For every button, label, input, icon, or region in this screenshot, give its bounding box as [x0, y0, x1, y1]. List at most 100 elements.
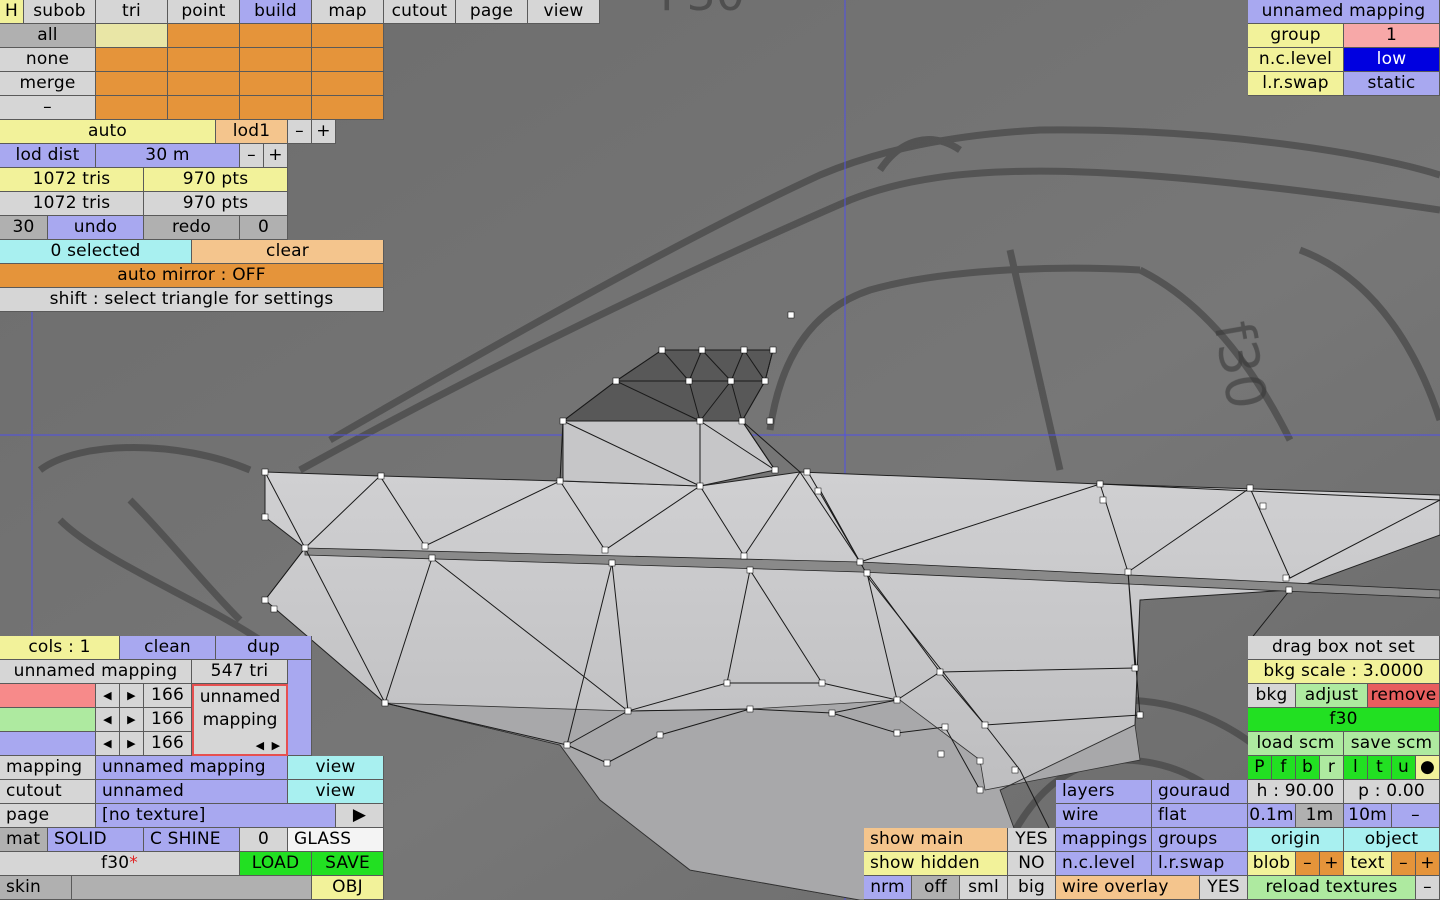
- lod-dist-minus-button[interactable]: –: [240, 144, 264, 168]
- wire-overlay-toggle[interactable]: YES: [1200, 876, 1248, 900]
- view-l-button[interactable]: l: [1344, 756, 1368, 780]
- clean-button[interactable]: clean: [120, 636, 216, 660]
- cols-button[interactable]: cols : 1: [0, 636, 120, 660]
- tab-tri[interactable]: tri: [96, 0, 168, 24]
- view-b-button[interactable]: b: [1296, 756, 1320, 780]
- blue-increase-icon[interactable]: ▶: [120, 732, 144, 756]
- dup-button[interactable]: dup: [216, 636, 312, 660]
- nclevel-value[interactable]: low: [1344, 48, 1440, 72]
- select-swatch[interactable]: [96, 72, 168, 96]
- view-t-button[interactable]: t: [1368, 756, 1392, 780]
- view-r-button[interactable]: r: [1320, 756, 1344, 780]
- green-decrease-icon[interactable]: ◀: [96, 708, 120, 732]
- step-0-1m-button[interactable]: 0.1m: [1248, 804, 1296, 828]
- show-hidden-toggle[interactable]: NO: [1008, 852, 1056, 876]
- mappings-button[interactable]: mappings: [1056, 828, 1152, 852]
- blue-decrease-icon[interactable]: ◀: [96, 732, 120, 756]
- page-value[interactable]: [no texture]: [96, 804, 336, 828]
- undo-button[interactable]: undo: [48, 216, 144, 240]
- lod-plus-button[interactable]: +: [312, 120, 336, 144]
- mapping-title[interactable]: unnamed mapping: [1248, 0, 1440, 24]
- preview-next-icon[interactable]: ▶: [268, 738, 284, 754]
- red-decrease-icon[interactable]: ◀: [96, 684, 120, 708]
- select-swatch[interactable]: [240, 48, 312, 72]
- heading-value[interactable]: h : 90.00: [1248, 780, 1344, 804]
- tab-subob[interactable]: subob: [24, 0, 96, 24]
- blob-minus-button[interactable]: –: [1296, 852, 1320, 876]
- auto-mirror-toggle[interactable]: auto mirror : OFF: [0, 264, 384, 288]
- material-name[interactable]: unnamed mapping: [0, 660, 192, 684]
- pitch-value[interactable]: p : 0.00: [1344, 780, 1440, 804]
- lod-level[interactable]: lod1: [216, 120, 288, 144]
- object-button[interactable]: object: [1344, 828, 1440, 852]
- view-u-button[interactable]: u: [1392, 756, 1416, 780]
- lod-auto-button[interactable]: auto: [0, 120, 216, 144]
- tab-home[interactable]: H: [0, 0, 24, 24]
- gouraud-button[interactable]: gouraud: [1152, 780, 1248, 804]
- select-swatch[interactable]: [240, 72, 312, 96]
- select-none-button[interactable]: none: [0, 48, 96, 72]
- select-swatch[interactable]: [96, 48, 168, 72]
- view-p-button[interactable]: P: [1248, 756, 1272, 780]
- show-main-toggle[interactable]: YES: [1008, 828, 1056, 852]
- reload-textures-button[interactable]: reload textures: [1248, 876, 1416, 900]
- step-10m-button[interactable]: 10m: [1344, 804, 1392, 828]
- text-plus-button[interactable]: +: [1416, 852, 1440, 876]
- lrswap-value[interactable]: static: [1344, 72, 1440, 96]
- size-nrm-button[interactable]: nrm: [864, 876, 912, 900]
- step-1m-button[interactable]: 1m: [1296, 804, 1344, 828]
- redo-button[interactable]: redo: [144, 216, 240, 240]
- select-swatch[interactable]: [168, 24, 240, 48]
- page-next-icon[interactable]: ▶: [336, 804, 384, 828]
- dash-button[interactable]: –: [0, 96, 96, 120]
- save-button[interactable]: SAVE: [312, 852, 384, 876]
- solid-button[interactable]: SOLID: [48, 828, 144, 852]
- select-swatch[interactable]: [168, 72, 240, 96]
- blue-channel-value[interactable]: 166: [144, 732, 192, 756]
- clear-selection-button[interactable]: clear: [192, 240, 384, 264]
- view-dot-icon[interactable]: ●: [1416, 756, 1440, 780]
- tab-page[interactable]: page: [456, 0, 528, 24]
- select-swatch[interactable]: [168, 96, 240, 120]
- origin-button[interactable]: origin: [1248, 828, 1344, 852]
- cutout-value[interactable]: unnamed: [96, 780, 288, 804]
- shine-value[interactable]: 0: [240, 828, 288, 852]
- save-scm-button[interactable]: save scm: [1344, 732, 1440, 756]
- select-swatch[interactable]: [96, 96, 168, 120]
- size-big-button[interactable]: big: [1008, 876, 1056, 900]
- size-off-button[interactable]: off: [912, 876, 960, 900]
- green-increase-icon[interactable]: ▶: [120, 708, 144, 732]
- tab-map[interactable]: map: [312, 0, 384, 24]
- cutout-view-button[interactable]: view: [288, 780, 384, 804]
- tab-cutout[interactable]: cutout: [384, 0, 456, 24]
- lod-dist-value[interactable]: 30 m: [96, 144, 240, 168]
- tab-point[interactable]: point: [168, 0, 240, 24]
- reload-minus-button[interactable]: –: [1416, 876, 1440, 900]
- bkg-scale[interactable]: bkg scale : 3.0000: [1248, 660, 1440, 684]
- obj-button[interactable]: OBJ: [312, 876, 384, 900]
- red-increase-icon[interactable]: ▶: [120, 684, 144, 708]
- layers-button[interactable]: layers: [1056, 780, 1152, 804]
- shine-button[interactable]: C SHINE: [144, 828, 240, 852]
- select-swatch[interactable]: [312, 24, 384, 48]
- scene-name[interactable]: f30: [1248, 708, 1440, 732]
- wire-button[interactable]: wire: [1056, 804, 1152, 828]
- bkg-adjust-button[interactable]: adjust: [1296, 684, 1368, 708]
- select-swatch[interactable]: [240, 96, 312, 120]
- glass-button[interactable]: GLASS: [288, 828, 384, 852]
- select-swatch[interactable]: [312, 72, 384, 96]
- size-sml-button[interactable]: sml: [960, 876, 1008, 900]
- preview-prev-icon[interactable]: ◀: [252, 738, 268, 754]
- bkg-remove-button[interactable]: remove: [1368, 684, 1440, 708]
- load-button[interactable]: LOAD: [240, 852, 312, 876]
- green-channel-value[interactable]: 166: [144, 708, 192, 732]
- lod-dist-plus-button[interactable]: +: [264, 144, 288, 168]
- select-swatch[interactable]: [312, 48, 384, 72]
- flat-button[interactable]: flat: [1152, 804, 1248, 828]
- lod-minus-button[interactable]: –: [288, 120, 312, 144]
- select-swatch[interactable]: [312, 96, 384, 120]
- text-minus-button[interactable]: –: [1392, 852, 1416, 876]
- select-swatch[interactable]: [96, 24, 168, 48]
- tab-build[interactable]: build: [240, 0, 312, 24]
- blob-plus-button[interactable]: +: [1320, 852, 1344, 876]
